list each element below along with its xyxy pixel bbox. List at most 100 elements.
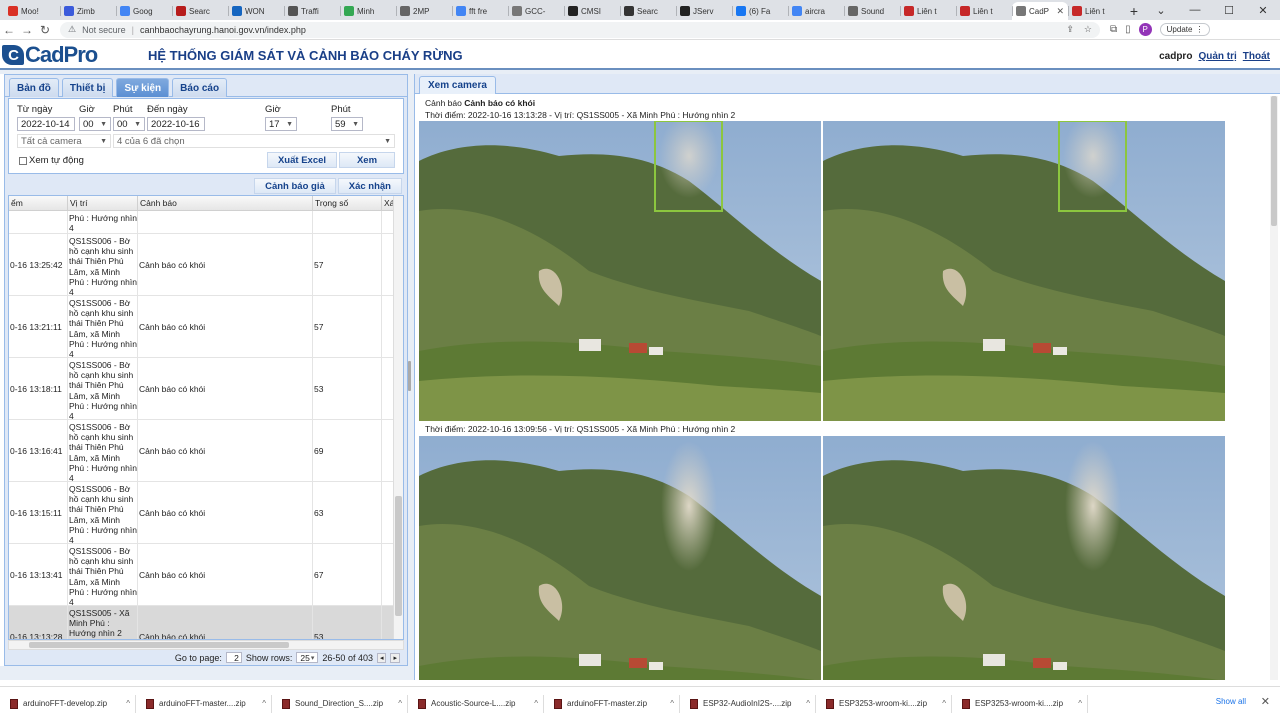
page-input[interactable]: 2 (225, 652, 242, 663)
minimize-icon[interactable]: — (1178, 0, 1212, 20)
table-scrollbar[interactable] (393, 196, 403, 639)
new-tab-icon[interactable]: + (1124, 2, 1144, 20)
reload-icon[interactable]: ↻ (36, 23, 54, 37)
chevron-up-icon[interactable]: ^ (1078, 699, 1082, 708)
browser-tab[interactable]: CadP ✕ (1012, 2, 1068, 20)
chevron-down-icon[interactable]: ⌄ (1144, 0, 1178, 20)
column-time[interactable]: ểm (9, 196, 68, 210)
from-date-field[interactable]: 2022-10-14 (17, 117, 75, 131)
star-icon[interactable]: ☆ (1084, 24, 1092, 35)
table-row[interactable]: 0-16 13:13:28 QS1SS005 - Xã Minh Phú : Hư… (9, 606, 403, 639)
browser-tab[interactable]: GCC- (508, 2, 564, 20)
url-input[interactable]: ⚠ Not secure | canhbaochayrung.hanoi.gov… (60, 21, 1100, 38)
chevron-up-icon[interactable]: ^ (534, 699, 538, 708)
browser-tab[interactable]: CMSI (564, 2, 620, 20)
browser-tab[interactable]: JServ (676, 2, 732, 20)
column-location[interactable]: Vị trí (68, 196, 138, 210)
table-row[interactable]: 0-16 13:18:11 QS1SS006 - Bờ hồ cạnh khu s… (9, 358, 403, 420)
browser-tab[interactable]: Zimb (60, 2, 116, 20)
close-icon[interactable]: ✕ (1261, 695, 1270, 708)
download-item[interactable]: ESP32-AudioInI2S-....zip ^ (680, 687, 816, 721)
profile-avatar[interactable]: P (1138, 23, 1152, 36)
browser-tab[interactable]: Moo! (4, 2, 60, 20)
browser-tab[interactable]: Minh (340, 2, 396, 20)
admin-link[interactable]: Quản trị (1198, 51, 1236, 62)
table-row[interactable]: 0-16 13:21:11 QS1SS006 - Bờ hồ cạnh khu s… (9, 296, 403, 358)
share-icon[interactable]: ⇪ (1066, 24, 1074, 35)
tab-camera-view[interactable]: Xem camera (419, 76, 496, 94)
download-item[interactable]: Acoustic-Source-L....zip ^ (408, 687, 544, 721)
table-row[interactable]: 0-16 13:16:41 QS1SS006 - Bờ hồ cạnh khu s… (9, 420, 403, 482)
to-hour-select[interactable]: 17 ▼ (265, 117, 297, 131)
from-minute-select[interactable]: 00 ▼ (113, 117, 145, 131)
table-row[interactable]: 0-16 13:25:42 QS1SS006 - Bờ hồ cạnh khu s… (9, 234, 403, 296)
next-page-icon[interactable]: ▸ (390, 652, 400, 663)
forward-icon[interactable]: → (18, 23, 36, 37)
chevron-up-icon[interactable]: ^ (126, 699, 130, 708)
browser-tab[interactable]: Goog (116, 2, 172, 20)
camera-select[interactable]: Tất cả camera ▼ (17, 134, 111, 148)
scroll-thumb[interactable] (395, 496, 402, 616)
show-all-downloads-link[interactable]: Show all (1216, 697, 1246, 706)
column-warning[interactable]: Cảnh báo (138, 196, 313, 210)
update-button[interactable]: Update ⋮ (1159, 23, 1211, 36)
extensions-icon[interactable]: ⧉ (1110, 24, 1117, 35)
chevron-up-icon[interactable]: ^ (806, 699, 810, 708)
bottom-splitter[interactable] (0, 666, 414, 680)
back-icon[interactable]: ← (0, 23, 18, 37)
table-row[interactable]: 0-16 13:15:11 QS1SS006 - Bờ hồ cạnh khu s… (9, 482, 403, 544)
browser-tab[interactable]: Sound (844, 2, 900, 20)
event-2-frame-b[interactable] (823, 436, 1225, 680)
browser-tab[interactable]: Searc (172, 2, 228, 20)
browser-tab[interactable]: aircra (788, 2, 844, 20)
camera-scrollbar[interactable] (1270, 96, 1278, 680)
browser-tab[interactable]: 2MP (396, 2, 452, 20)
tab-reports[interactable]: Báo cáo (172, 78, 228, 97)
download-item[interactable]: arduinoFFT-master....zip ^ (136, 687, 272, 721)
chevron-up-icon[interactable]: ^ (670, 699, 674, 708)
scroll-thumb[interactable] (1271, 96, 1277, 226)
tab-map[interactable]: Bản đồ (9, 78, 59, 97)
auto-view-checkbox[interactable]: Xem tự động (19, 155, 84, 166)
event-1-frame-a[interactable] (419, 121, 821, 421)
tab-events[interactable]: Sự kiện (116, 78, 170, 97)
download-item[interactable]: ESP3253-wroom-ki....zip ^ (816, 687, 952, 721)
to-date-field[interactable]: 2022-10-16 (147, 117, 205, 131)
download-item[interactable]: Sound_Direction_S....zip ^ (272, 687, 408, 721)
close-icon[interactable]: ✕ (1246, 0, 1280, 20)
browser-tab[interactable]: WON (228, 2, 284, 20)
browser-tab[interactable]: fft fre (452, 2, 508, 20)
browser-tab[interactable]: Liên t (1068, 2, 1124, 20)
browser-tab[interactable]: Traffi (284, 2, 340, 20)
table-hscrollbar[interactable] (8, 640, 404, 650)
download-item[interactable]: arduinoFFT-develop.zip ^ (0, 687, 136, 721)
false-alarm-button[interactable]: Cảnh báo giả (254, 178, 336, 194)
chevron-up-icon[interactable]: ^ (398, 699, 402, 708)
event-2-frame-a[interactable] (419, 436, 821, 680)
prev-page-icon[interactable]: ◂ (376, 652, 387, 663)
browser-tab[interactable]: Liên t (900, 2, 956, 20)
browser-tab[interactable]: Liên t (956, 2, 1012, 20)
column-weight[interactable]: Trọng số (313, 196, 382, 210)
scroll-thumb[interactable] (29, 642, 289, 648)
maximize-icon[interactable]: ☐ (1212, 0, 1246, 20)
view-button[interactable]: Xem (339, 152, 395, 168)
rows-select[interactable]: 25 ▾ (296, 652, 319, 663)
chevron-up-icon[interactable]: ^ (942, 699, 946, 708)
download-item[interactable]: ESP3253-wroom-ki....zip ^ (952, 687, 1088, 721)
tab-devices[interactable]: Thiết bị (61, 78, 114, 97)
from-hour-select[interactable]: 00 ▼ (79, 117, 111, 131)
close-tab-icon[interactable]: ✕ (1056, 6, 1064, 17)
browser-tab[interactable]: Searc (620, 2, 676, 20)
table-row[interactable]: Phú : Hướng nhìn 4 (9, 211, 403, 234)
chevron-up-icon[interactable]: ^ (262, 699, 266, 708)
table-row[interactable]: 0-16 13:13:41 QS1SS006 - Bờ hồ cạnh khu s… (9, 544, 403, 606)
export-excel-button[interactable]: Xuất Excel (267, 152, 337, 168)
splitter-grip[interactable] (408, 361, 411, 391)
confirm-button[interactable]: Xác nhận (337, 178, 402, 194)
download-item[interactable]: arduinoFFT-master.zip ^ (544, 687, 680, 721)
logout-link[interactable]: Thoát (1243, 51, 1270, 62)
browser-tab[interactable]: (6) Fa (732, 2, 788, 20)
event-1-frame-b[interactable] (823, 121, 1225, 421)
warning-type-select[interactable]: 4 của 6 đã chọn ▼ (113, 134, 395, 148)
